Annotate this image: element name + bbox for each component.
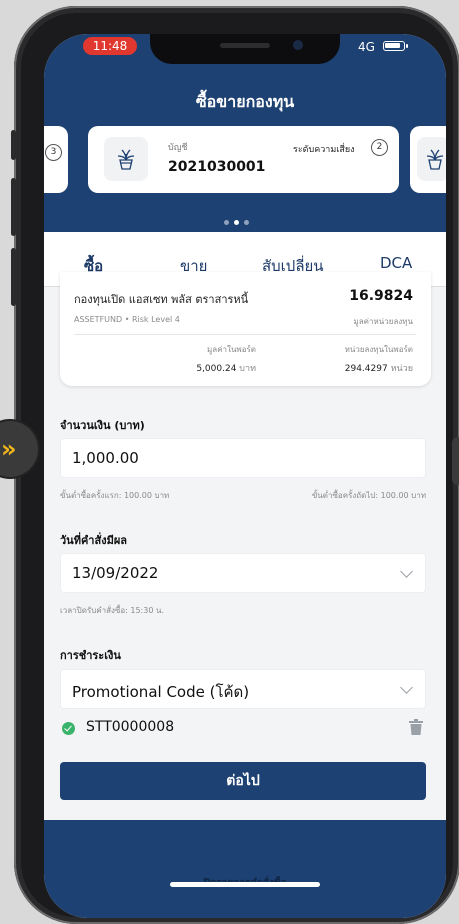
fund-code-risk: ASSETFUND • Risk Level 4	[74, 315, 180, 324]
amount-label: จำนวนเงิน (บาท)	[60, 419, 145, 432]
fund-name: กองทุนเปิด แอสเซท พลัส ตราสารหนี้	[74, 293, 249, 306]
account-number: 2021030001	[168, 159, 266, 175]
bottom-band	[44, 820, 446, 918]
check-circle-icon	[62, 722, 75, 735]
port-units: 294.4297 หน่วย	[345, 361, 413, 375]
network-indicator: 4G	[358, 40, 375, 54]
effective-date-value: 13/09/2022	[72, 564, 159, 582]
account-card-next[interactable]	[410, 126, 446, 193]
carousel-dot-active	[234, 220, 239, 225]
port-value-amount: 5,000.24	[196, 364, 237, 374]
plant-icon	[417, 137, 446, 181]
next-button[interactable]: ต่อไป	[60, 762, 426, 800]
payment-method-value: Promotional Code (โค้ด)	[72, 683, 250, 701]
payment-method-select[interactable]: Promotional Code (โค้ด)	[60, 669, 426, 709]
side-handle	[452, 437, 459, 485]
promo-code: STT0000008	[86, 719, 175, 735]
amount-value: 1,000.00	[72, 449, 139, 467]
effective-date-select[interactable]: 13/09/2022	[60, 553, 426, 593]
cutoff-time-hint: เวลาปิดรับคำสั่งซื้อ: 15:30 น.	[60, 606, 164, 615]
home-indicator[interactable]	[170, 882, 320, 887]
mute-switch	[11, 130, 16, 160]
port-value-label: มูลค่าในพอร์ต	[207, 345, 256, 354]
account-card[interactable]: บัญชี 2021030001 ระดับความเสี่ยง 2	[88, 126, 399, 193]
amount-input[interactable]: 1,000.00	[60, 438, 426, 478]
min-next-purchase-hint: ขั้นต่ำซื้อครั้งถัดไป: 100.00 บาท	[311, 491, 426, 500]
port-units-amount: 294.4297	[344, 364, 388, 374]
chevron-down-icon	[400, 681, 413, 694]
double-chevron-right-icon: »	[1, 435, 17, 463]
speaker	[220, 43, 270, 48]
tab-bar-overlay	[44, 232, 446, 272]
account-label: บัญชี	[168, 143, 188, 153]
divider	[74, 334, 416, 335]
risk-level-badge-previous: 3	[45, 144, 62, 161]
page-title: ซื้อขายกองทุน	[195, 92, 295, 111]
carousel-dot	[244, 220, 249, 225]
volume-up-button	[11, 178, 16, 236]
phone-screen: 11:48 4G ซื้อขายกองทุน 3 บัญชี 202103000…	[44, 34, 446, 918]
risk-level-label: ระดับความเสี่ยง	[293, 145, 355, 155]
battery-icon	[383, 41, 408, 51]
volume-down-button	[11, 248, 16, 306]
port-units-unit: หน่วย	[390, 364, 413, 374]
status-time: 11:48	[83, 37, 137, 55]
payment-label: การชำระเงิน	[60, 649, 121, 662]
fund-nav-value: 16.9824	[349, 288, 413, 304]
account-card-previous[interactable]: 3	[44, 126, 68, 193]
plant-icon	[104, 137, 148, 181]
carousel-indicator	[224, 210, 254, 229]
effective-date-label: วันที่คำสั่งมีผล	[60, 534, 128, 547]
fund-nav-label: มูลค่าหน่วยลงทุน	[353, 317, 414, 326]
trash-icon[interactable]	[409, 719, 423, 735]
risk-level-badge: 2	[371, 139, 388, 156]
carousel-dot	[224, 220, 229, 225]
port-value-unit: บาท	[239, 364, 256, 374]
port-units-label: หน่วยลงทุนในพอร์ต	[344, 345, 413, 354]
port-value: 5,000.24 บาท	[196, 361, 256, 375]
chevron-down-icon	[400, 565, 413, 578]
camera	[293, 40, 303, 50]
notch	[150, 34, 340, 64]
min-first-purchase-hint: ขั้นต่ำซื้อครั้งแรก: 100.00 บาท	[60, 491, 170, 500]
